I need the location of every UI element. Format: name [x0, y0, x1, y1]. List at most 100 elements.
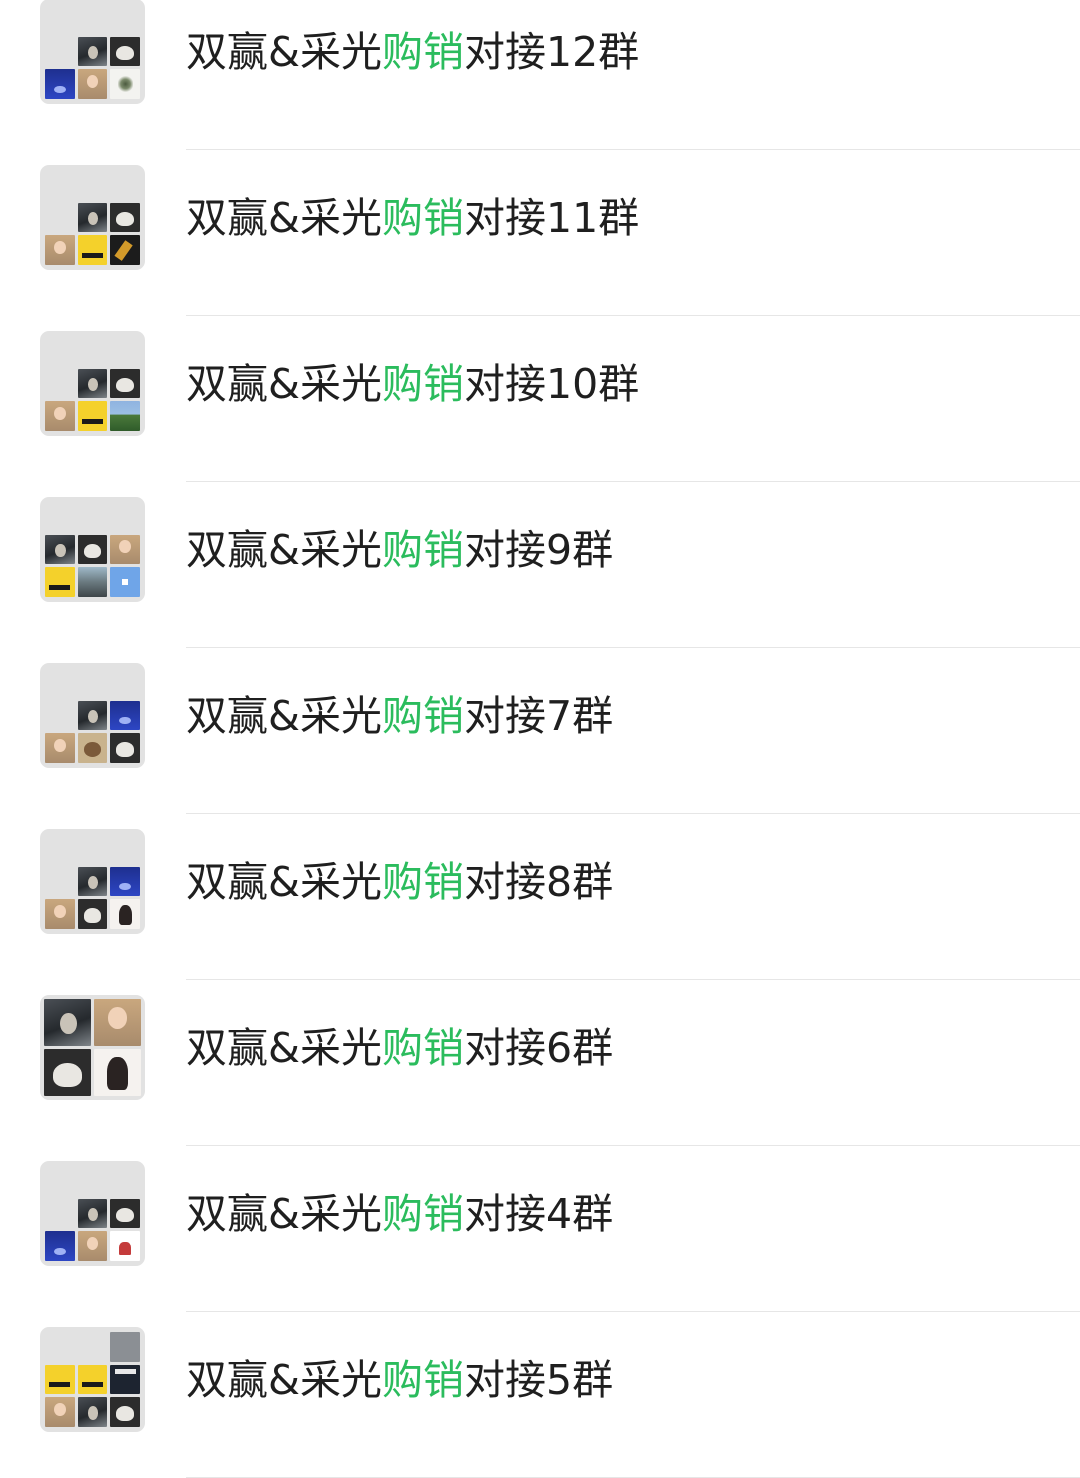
group-name-suffix: 对接6群: [463, 1024, 614, 1072]
group-name: 双赢&采光购销对接9群: [186, 524, 613, 576]
avatar-tile: [110, 1231, 140, 1261]
search-highlight: 购销: [381, 858, 464, 906]
avatar-tile: [78, 834, 108, 864]
avatar-tile: [110, 170, 140, 200]
avatar-tile: [110, 899, 140, 929]
avatar-tile: [78, 1332, 108, 1362]
chat-list-item[interactable]: 双赢&采光购销对接8群: [0, 814, 1080, 980]
avatar-tile: [110, 1397, 140, 1427]
avatar-tile: [45, 567, 75, 597]
avatar-tile: [78, 668, 108, 698]
group-name-suffix: 对接4群: [463, 1190, 614, 1238]
avatar-tile: [77, 534, 108, 565]
search-highlight: 购销: [381, 692, 464, 740]
group-name-suffix: 对接7群: [463, 692, 614, 740]
avatar-tile: [110, 69, 140, 99]
avatar-tile: [110, 336, 140, 366]
avatar-tile: [110, 1166, 140, 1196]
search-highlight: 购销: [381, 28, 464, 76]
avatar-tile: [45, 1397, 75, 1427]
chat-list-item[interactable]: 双赢&采光购销对接6群: [0, 980, 1080, 1146]
avatar-tile: [110, 1198, 140, 1229]
avatar-tile: [110, 1332, 140, 1362]
group-name: 双赢&采光购销对接6群: [186, 1022, 613, 1074]
group-avatar: [40, 0, 145, 104]
chat-list-item[interactable]: 双赢&采光购销对接11群: [0, 150, 1080, 316]
avatar-tile: [77, 401, 108, 431]
group-name-prefix: 双赢&采光: [186, 858, 382, 906]
avatar-tile: [110, 567, 140, 597]
avatar-tile: [45, 1364, 75, 1395]
group-name-prefix: 双赢&采光: [186, 692, 382, 740]
chat-list-item[interactable]: 双赢&采光购销对接12群: [0, 0, 1080, 150]
group-avatar: [40, 829, 145, 934]
avatar-tile: [78, 502, 108, 532]
avatar-tile: [110, 834, 140, 864]
group-name-suffix: 对接5群: [463, 1356, 614, 1404]
group-name-suffix: 对接8群: [463, 858, 614, 906]
avatar-tile: [77, 1198, 108, 1229]
group-name: 双赢&采光购销对接5群: [186, 1354, 613, 1406]
avatar-tile: [45, 1199, 75, 1229]
chat-list-item[interactable]: 双赢&采光购销对接5群: [0, 1312, 1080, 1478]
group-avatar: [40, 331, 145, 436]
group-name-suffix: 对接11群: [463, 194, 640, 242]
group-avatar: [40, 497, 145, 602]
avatar-tile: [45, 203, 75, 233]
group-name: 双赢&采光购销对接8群: [186, 856, 613, 908]
avatar-tile: [45, 401, 75, 431]
group-name-suffix: 对接9群: [463, 526, 614, 574]
group-name-prefix: 双赢&采光: [186, 526, 382, 574]
group-name-prefix: 双赢&采光: [186, 1356, 382, 1404]
avatar-tile: [110, 36, 140, 67]
avatar-tile: [45, 733, 75, 763]
group-name: 双赢&采光购销对接12群: [186, 26, 639, 78]
avatar-tile: [77, 1364, 108, 1395]
search-highlight: 购销: [381, 360, 464, 408]
chat-list-item[interactable]: 双赢&采光购销对接7群: [0, 648, 1080, 814]
avatar-tile: [77, 733, 108, 763]
avatar-tile: [45, 701, 75, 731]
group-avatar: [40, 995, 145, 1100]
avatar-tile: [77, 1397, 108, 1427]
group-name: 双赢&采光购销对接4群: [186, 1188, 613, 1240]
search-highlight: 购销: [381, 194, 464, 242]
group-name-prefix: 双赢&采光: [186, 28, 382, 76]
avatar-tile: [45, 668, 75, 698]
avatar-tile: [45, 336, 75, 366]
group-name-prefix: 双赢&采光: [186, 1024, 382, 1072]
avatar-tile: [110, 866, 140, 897]
avatar-tile: [77, 899, 108, 929]
avatar-tile: [45, 369, 75, 399]
avatar-tile: [110, 202, 140, 233]
avatar-tile: [45, 37, 75, 67]
group-name-prefix: 双赢&采光: [186, 360, 382, 408]
avatar-tile: [45, 1332, 75, 1362]
avatar-tile: [45, 834, 75, 864]
group-name: 双赢&采光购销对接11群: [186, 192, 639, 244]
avatar-tile: [77, 700, 108, 731]
avatar-tile: [77, 202, 108, 233]
group-name: 双赢&采光购销对接10群: [186, 358, 639, 410]
group-name-prefix: 双赢&采光: [186, 194, 382, 242]
avatar-tile: [110, 534, 140, 565]
chat-list-item[interactable]: 双赢&采光购销对接10群: [0, 316, 1080, 482]
chat-list-item[interactable]: 双赢&采光购销对接9群: [0, 482, 1080, 648]
avatar-tile: [78, 1166, 108, 1196]
avatar-tile: [110, 401, 140, 431]
avatar-tile: [44, 1049, 91, 1096]
group-name-prefix: 双赢&采光: [186, 1190, 382, 1238]
avatar-tile: [44, 999, 91, 1046]
chat-list-item[interactable]: 双赢&采光购销对接4群: [0, 1146, 1080, 1312]
search-highlight: 购销: [381, 1356, 464, 1404]
avatar-tile: [77, 1231, 108, 1261]
avatar-tile: [110, 368, 140, 399]
group-chat-list: 双赢&采光购销对接12群 双赢&采光购销对接11群 双赢&采光购销对接10群 双赢&采…: [0, 0, 1080, 1478]
avatar-tile: [77, 866, 108, 897]
avatar-tile: [94, 999, 141, 1046]
avatar-tile: [110, 1364, 140, 1395]
search-highlight: 购销: [381, 1024, 464, 1072]
group-avatar: [40, 663, 145, 768]
avatar-tile: [45, 235, 75, 265]
search-highlight: 购销: [381, 1190, 464, 1238]
